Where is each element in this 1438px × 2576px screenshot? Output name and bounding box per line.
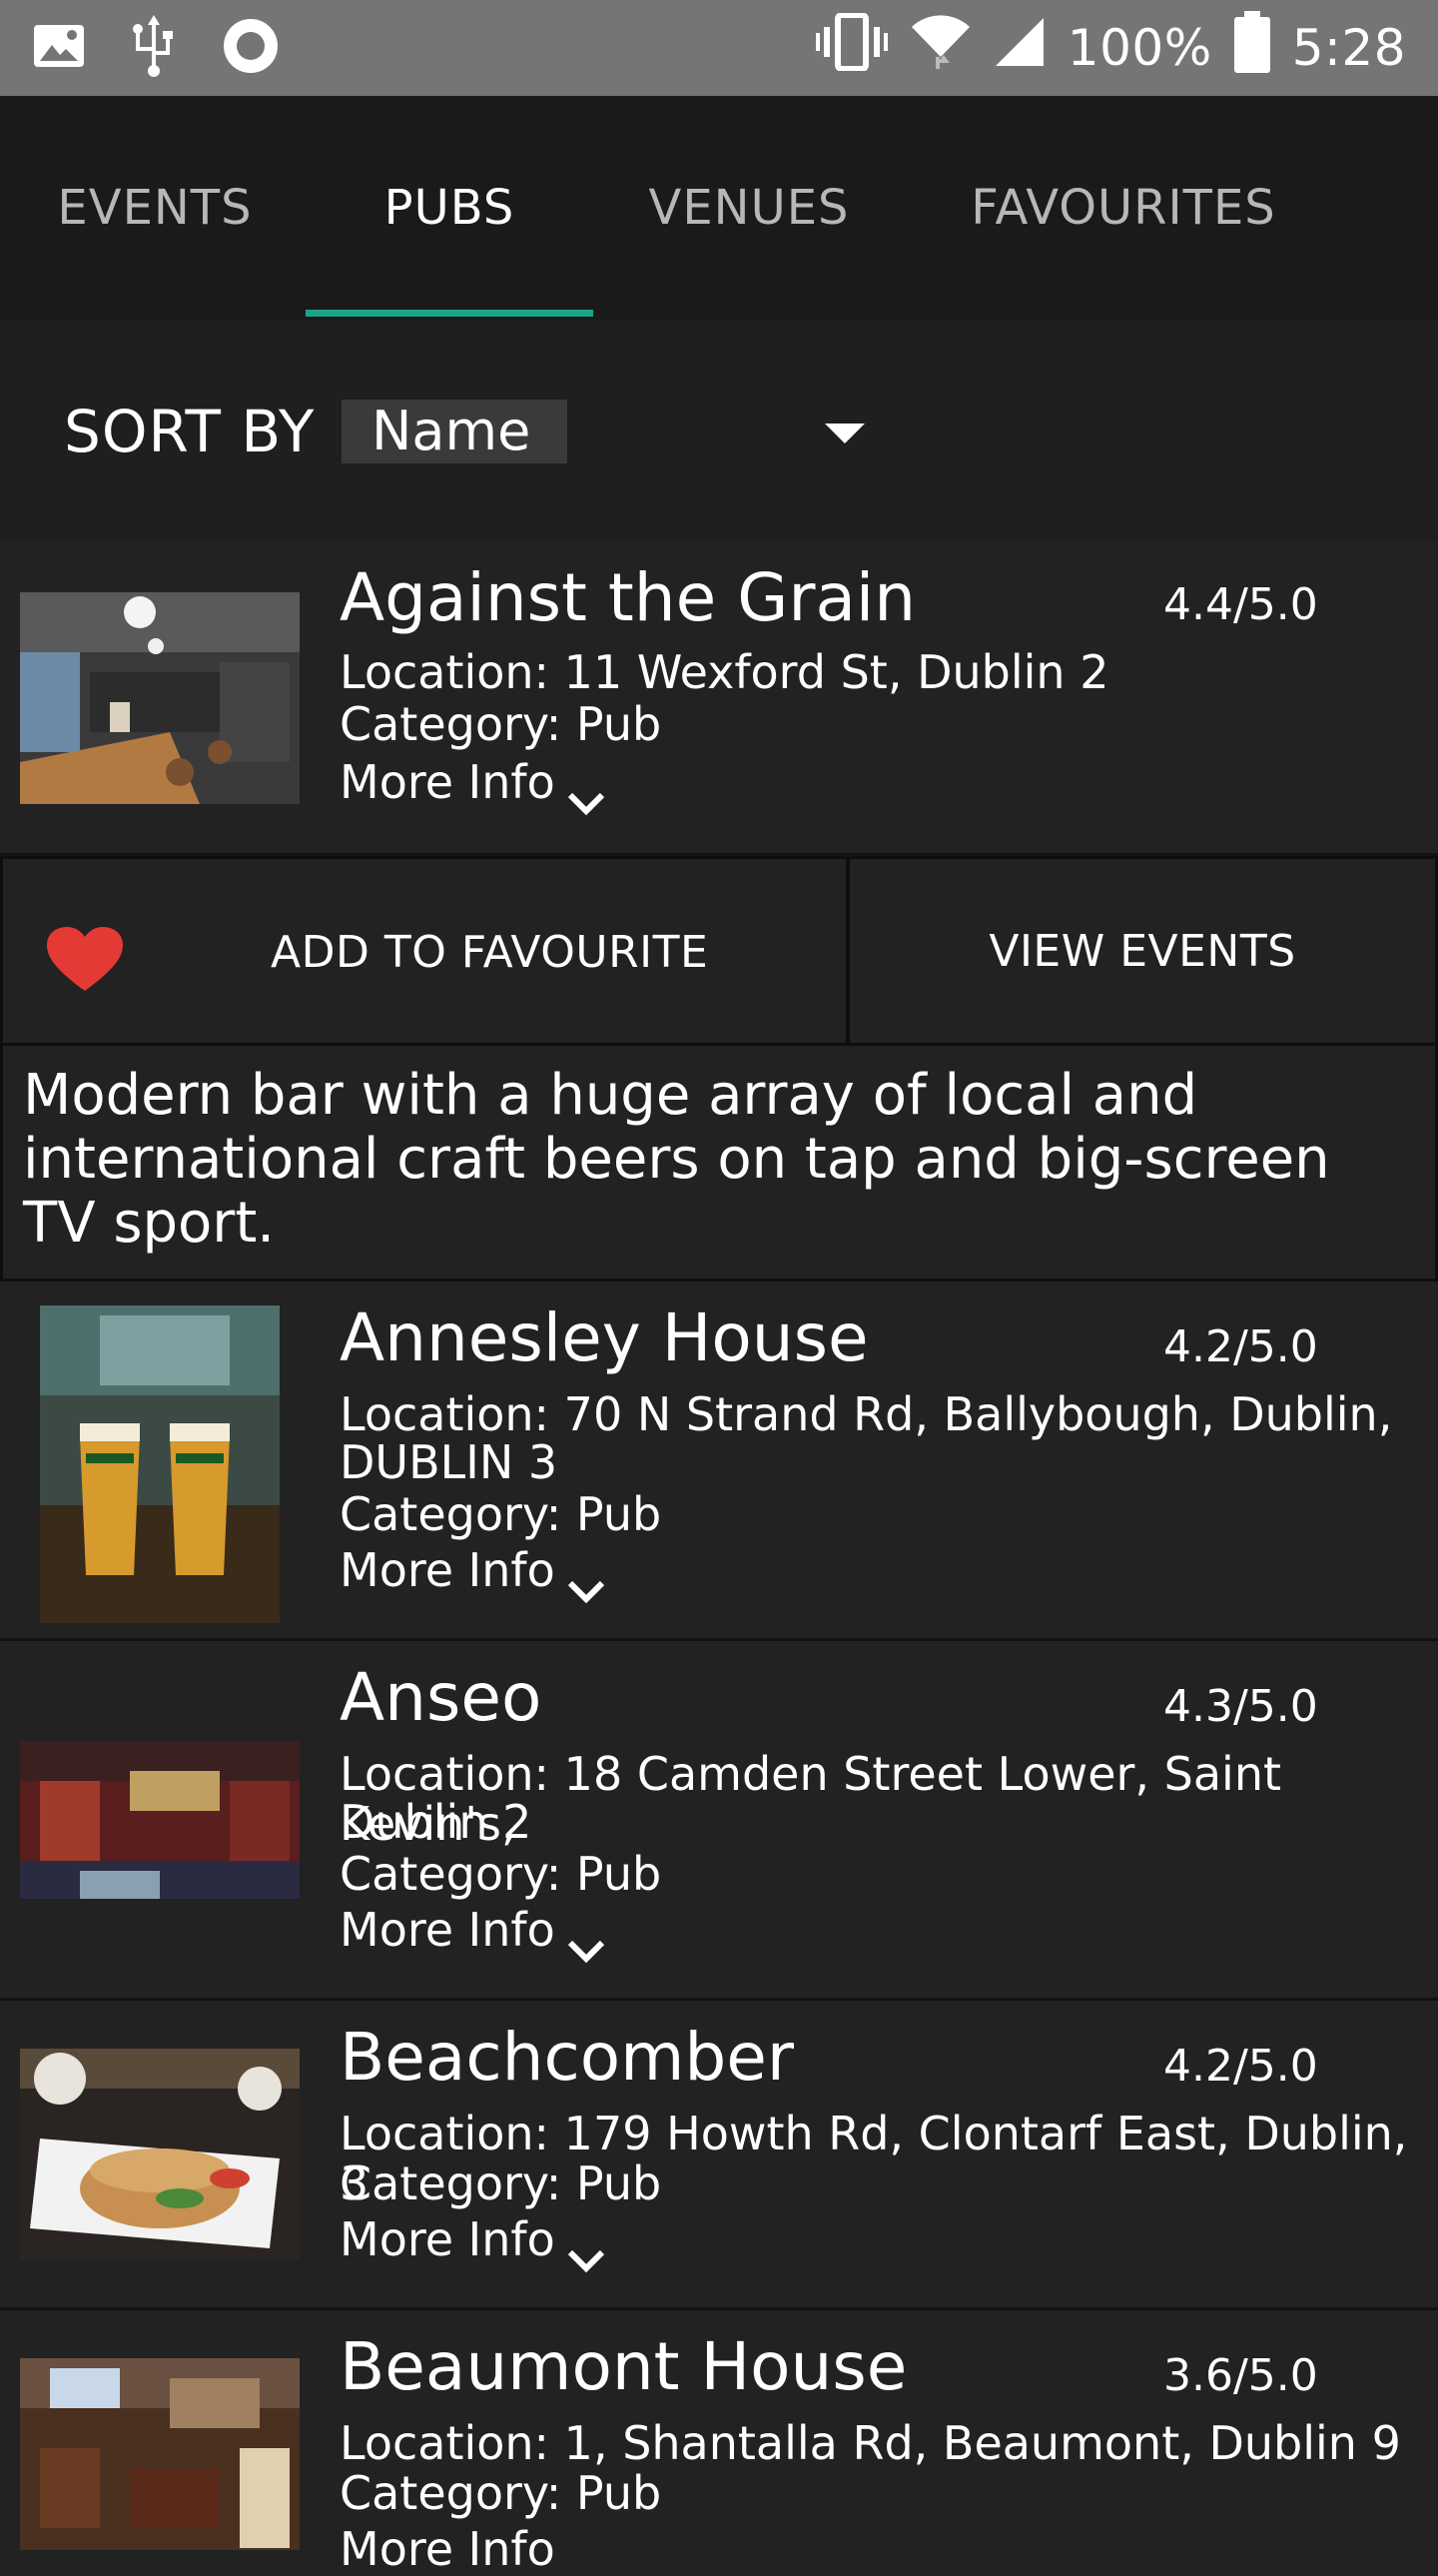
pub-thumbnail (20, 2049, 300, 2260)
sort-dropdown[interactable]: Name (342, 400, 567, 463)
pub-category: Category: Pub (340, 2156, 662, 2210)
pub-category: Category: Pub (340, 2466, 662, 2520)
more-info-link[interactable]: More Info (340, 2522, 555, 2576)
add-to-favourite-label: ADD TO FAVOURITE (271, 927, 709, 978)
tab-bar: EVENTS PUBS VENUES FAVOURITES (0, 96, 1438, 320)
pub-actions: ADD TO FAVOURITE VIEW EVENTS (0, 856, 1438, 1046)
more-info-link[interactable]: More Info (340, 755, 555, 809)
pub-rating: 4.3/5.0 (1163, 1681, 1318, 1732)
pub-name: Beachcomber (340, 2019, 795, 2096)
heart-icon (47, 927, 123, 991)
list-item[interactable]: Against the Grain 4.4/5.0 Location: 11 W… (0, 541, 1438, 856)
pub-rating: 3.6/5.0 (1163, 2350, 1318, 2401)
pub-category: Category: Pub (340, 1847, 662, 1901)
pub-category: Category: Pub (340, 697, 662, 751)
pub-thumbnail (20, 592, 300, 804)
more-info-link[interactable]: More Info (340, 2212, 555, 2266)
pub-location: Location: 11 Wexford St, Dublin 2 (340, 645, 1109, 699)
tab-favourites[interactable]: FAVOURITES (899, 96, 1348, 320)
pub-rating: 4.4/5.0 (1163, 579, 1318, 630)
chevron-down-icon[interactable] (566, 791, 606, 817)
list-item[interactable]: Beaumont House 3.6/5.0 Location: 1, Shan… (0, 2310, 1438, 2576)
pub-rating: 4.2/5.0 (1163, 1321, 1318, 1372)
tab-venues[interactable]: VENUES (609, 96, 889, 320)
clock: 5:28 (1291, 19, 1406, 77)
list-item[interactable]: Beachcomber 4.2/5.0 Location: 179 Howth … (0, 2001, 1438, 2310)
more-info-link[interactable]: More Info (340, 1903, 555, 1957)
pub-list: Against the Grain 4.4/5.0 Location: 11 W… (0, 541, 1438, 2576)
battery-icon (1233, 11, 1270, 85)
usb-icon (132, 15, 176, 81)
view-events-button[interactable]: VIEW EVENTS (847, 856, 1438, 1046)
pub-name: Annesley House (340, 1299, 869, 1376)
list-item[interactable]: Annesley House 4.2/5.0 Location: 70 N St… (0, 1282, 1438, 1641)
chevron-down-icon[interactable] (566, 2248, 606, 2274)
pub-thumbnail (20, 1741, 300, 1899)
sort-row: SORT BY Name (0, 320, 1438, 541)
battery-percent: 100% (1067, 19, 1212, 77)
chevron-down-icon[interactable] (566, 1579, 606, 1605)
pub-location-cont: DUBLIN 3 (340, 1435, 558, 1489)
dropdown-arrow-icon[interactable] (825, 424, 865, 443)
pub-location: Location: 70 N Strand Rd, Ballybough, Du… (340, 1387, 1393, 1441)
chevron-down-icon[interactable] (566, 1939, 606, 1965)
pub-name: Beaumont House (340, 2328, 908, 2405)
view-events-label: VIEW EVENTS (989, 925, 1296, 977)
signal-icon (994, 16, 1046, 80)
gallery-icon (32, 23, 86, 73)
add-to-favourite-button[interactable]: ADD TO FAVOURITE (0, 856, 849, 1046)
pub-thumbnail (40, 1305, 280, 1623)
tab-pubs[interactable]: PUBS (306, 96, 593, 320)
pub-location-cont: Dublin 2 (340, 1795, 532, 1849)
active-tab-indicator (306, 310, 593, 317)
tab-events[interactable]: EVENTS (20, 96, 290, 320)
more-info-link[interactable]: More Info (340, 1543, 555, 1597)
pub-name: Against the Grain (340, 559, 917, 636)
list-item[interactable]: Anseo 4.3/5.0 Location: 18 Camden Street… (0, 1641, 1438, 2001)
record-icon (222, 17, 280, 79)
wifi-icon (910, 13, 972, 83)
sort-label: SORT BY (64, 398, 316, 465)
pub-location: Location: 1, Shantalla Rd, Beaumont, Dub… (340, 2416, 1401, 2470)
pub-name: Anseo (340, 1659, 542, 1736)
pub-rating: 4.2/5.0 (1163, 2041, 1318, 2092)
pub-category: Category: Pub (340, 1487, 662, 1541)
pub-description: Modern bar with a huge array of local an… (0, 1046, 1438, 1282)
pub-thumbnail (20, 2358, 300, 2550)
status-bar: 100% 5:28 (0, 0, 1438, 96)
vibrate-icon (815, 12, 888, 83)
